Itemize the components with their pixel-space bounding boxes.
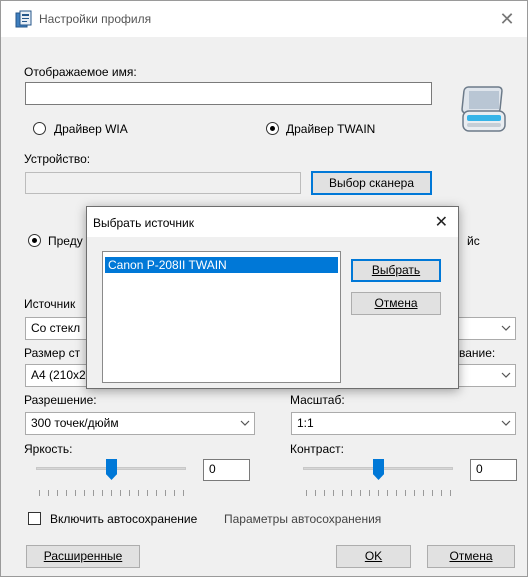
autosave-settings-link[interactable]: Параметры автосохранения xyxy=(224,512,381,526)
dialog-cancel-button[interactable]: Отмена xyxy=(351,292,441,315)
chevron-down-icon xyxy=(240,420,250,428)
brightness-slider-thumb[interactable] xyxy=(106,459,117,480)
autosave-checkbox-label[interactable]: Включить автосохранение xyxy=(50,512,197,526)
dialog-title-bar: Выбрать источник ✕ xyxy=(87,207,458,237)
chevron-down-icon xyxy=(501,325,511,333)
contrast-value-field[interactable]: 0 xyxy=(470,459,517,481)
contrast-label: Контраст: xyxy=(290,442,344,456)
app-icon xyxy=(15,10,33,28)
select-source-button[interactable]: Выбрать xyxy=(351,259,441,282)
scale-label: Масштаб: xyxy=(290,393,345,407)
list-item[interactable]: Canon P-208II TWAIN xyxy=(105,257,338,273)
select-source-dialog: Выбрать источник ✕ Canon P-208II TWAIN В… xyxy=(86,206,459,389)
device-label: Устройство: xyxy=(24,152,91,166)
page-size-label: Размер ст xyxy=(24,346,81,360)
contrast-slider-thumb[interactable] xyxy=(373,459,384,480)
close-button[interactable]: ✕ xyxy=(495,7,519,31)
advanced-button[interactable]: Расширенные xyxy=(26,545,140,568)
wia-driver-label[interactable]: Драйвер WIA xyxy=(54,122,128,136)
title-bar: Настройки профиля ✕ xyxy=(1,1,527,37)
device-field xyxy=(25,172,301,194)
resolution-label: Разрешение: xyxy=(24,393,97,407)
contrast-slider-ticks xyxy=(306,490,452,496)
ok-button[interactable]: OK xyxy=(336,545,411,568)
display-name-input[interactable] xyxy=(25,82,432,105)
window-title: Настройки профиля xyxy=(39,12,152,26)
source-mode-right-label: йс xyxy=(467,234,480,248)
source-list[interactable]: Canon P-208II TWAIN xyxy=(102,251,341,383)
scale-select[interactable]: 1:1 xyxy=(291,412,516,435)
brightness-label: Яркость: xyxy=(24,442,73,456)
brightness-value-field[interactable]: 0 xyxy=(203,459,250,481)
autosave-checkbox[interactable] xyxy=(28,512,41,525)
resolution-select[interactable]: 300 точек/дюйм xyxy=(25,412,255,435)
profile-settings-window: Настройки профиля ✕ Отображаемое имя: Др… xyxy=(0,0,528,577)
dialog-close-button[interactable]: ✕ xyxy=(435,212,448,232)
twain-driver-label[interactable]: Драйвер TWAIN xyxy=(286,122,375,136)
source-mode-radio[interactable] xyxy=(28,234,41,247)
display-name-label: Отображаемое имя: xyxy=(24,65,137,79)
chevron-down-icon xyxy=(501,420,511,428)
wia-driver-radio[interactable] xyxy=(33,122,46,135)
scanner-icon xyxy=(457,81,511,137)
select-scanner-button[interactable]: Выбор сканера xyxy=(311,171,432,195)
dialog-title: Выбрать источник xyxy=(93,216,194,230)
brightness-slider-ticks xyxy=(39,490,185,496)
source-label: Источник xyxy=(24,297,76,311)
chevron-down-icon xyxy=(501,372,511,380)
source-mode-label[interactable]: Преду xyxy=(48,234,83,248)
cancel-button[interactable]: Отмена xyxy=(427,545,515,568)
right-middle-label: вание: xyxy=(459,346,496,360)
twain-driver-radio[interactable] xyxy=(266,122,279,135)
